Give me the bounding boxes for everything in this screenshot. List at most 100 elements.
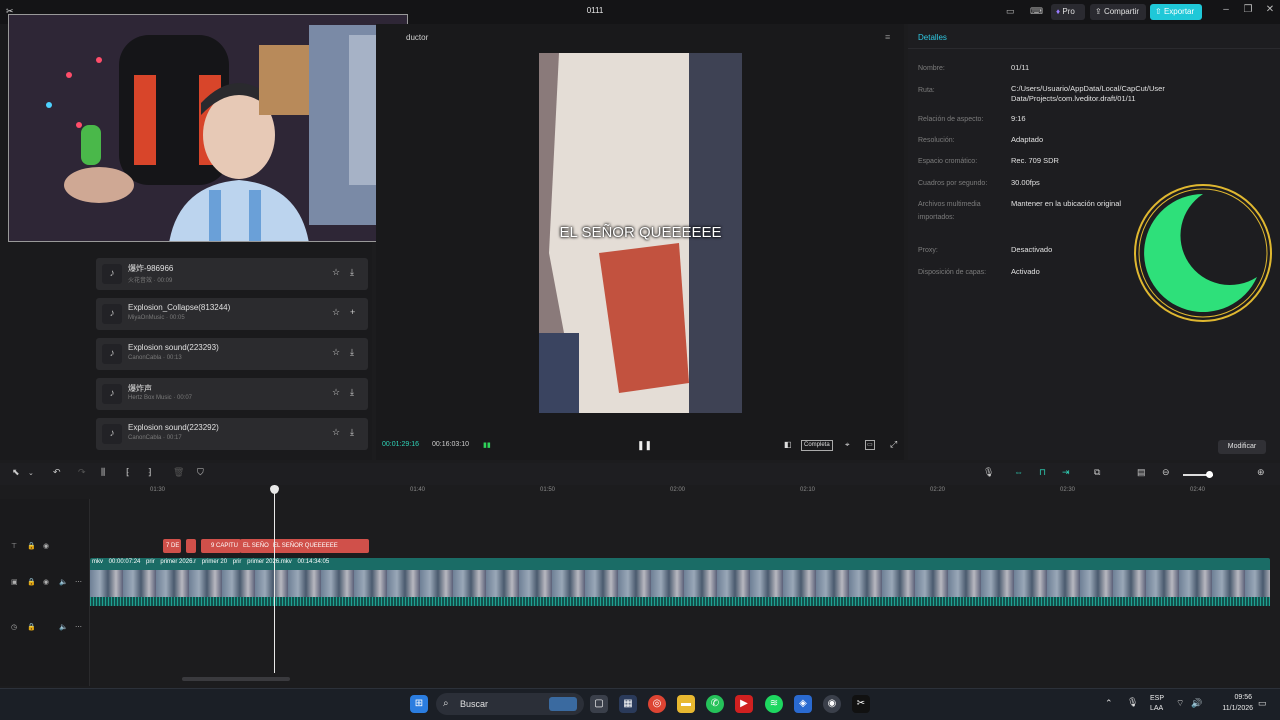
layout-icon[interactable]: ▭ xyxy=(1006,6,1015,17)
label-name: Nombre: xyxy=(918,65,945,72)
start-icon[interactable]: ⊞ xyxy=(410,695,428,713)
clip-label: primer 20 xyxy=(201,559,228,565)
download-icon[interactable]: ⤓ xyxy=(350,427,354,438)
link-icon[interactable]: ⇔ xyxy=(1014,467,1023,477)
timeline-scrollbar[interactable] xyxy=(182,677,290,681)
captions-icon[interactable]: ▤ xyxy=(1137,467,1146,478)
minimize-icon[interactable]: – xyxy=(1218,4,1234,20)
playhead[interactable] xyxy=(274,485,275,673)
export-button[interactable]: ⇧ Exportar xyxy=(1150,4,1202,20)
fullscreen-icon[interactable]: ⤢ xyxy=(890,439,897,450)
keyboard-layout[interactable]: LAA xyxy=(1150,705,1163,712)
lock-icon[interactable]: 🔒 xyxy=(27,578,36,586)
download-icon[interactable]: ⤓ xyxy=(350,387,354,398)
shortcuts-icon[interactable]: ⌨ xyxy=(1030,6,1043,17)
list-item[interactable]: ♪ Explosion_Collapse(813244) MiyaOnMusic… xyxy=(96,298,368,330)
list-item[interactable]: ♪ Explosion sound(223293) CanonCabla · 0… xyxy=(96,338,368,370)
more-icon[interactable]: ⋯ xyxy=(75,623,82,631)
undo-icon[interactable]: ↶ xyxy=(53,467,61,478)
download-icon[interactable]: ⤓ xyxy=(350,267,354,278)
list-item[interactable]: ♪ 爆炸-986966 火花音效 · 00:09 ☆ ⤓ xyxy=(96,258,368,290)
chrome-icon[interactable]: ◎ xyxy=(648,695,666,713)
chevron-up-icon[interactable]: ⌃ xyxy=(1105,698,1113,709)
language-indicator[interactable]: ESP xyxy=(1150,695,1164,702)
pro-button[interactable]: ♦ Pro xyxy=(1051,4,1085,20)
split-icon[interactable]: ⫼ xyxy=(101,467,105,478)
zoom-slider-handle[interactable] xyxy=(1206,471,1213,478)
add-icon[interactable]: + xyxy=(350,307,355,317)
trim-left-icon[interactable]: ⁅ xyxy=(126,467,130,478)
modify-button[interactable]: Modificar xyxy=(1218,440,1266,454)
volume-icon[interactable]: 🔊 xyxy=(1191,698,1202,709)
mirror-icon[interactable]: ◧ xyxy=(784,440,792,449)
clock-time[interactable]: 09:56 xyxy=(1230,694,1252,701)
share-button[interactable]: ⇪ Compartir xyxy=(1090,4,1146,20)
download-icon[interactable]: ⤓ xyxy=(350,347,354,358)
notification-icon[interactable]: ▭ xyxy=(1258,698,1267,709)
obs-icon[interactable]: ◉ xyxy=(823,695,841,713)
clip-label: 00:00:07:24 xyxy=(108,559,141,565)
subtitle-clip[interactable]: 7 DE xyxy=(163,539,181,553)
star-icon[interactable]: ☆ xyxy=(332,387,340,398)
pause-icon[interactable]: ❚❚ xyxy=(637,440,652,451)
lock-icon[interactable]: 🔒 xyxy=(27,623,36,631)
spotify-icon[interactable]: ≋ xyxy=(765,695,783,713)
wifi-icon[interactable]: ⌔ xyxy=(1176,698,1184,709)
microphone-tray-icon[interactable]: 🎙 xyxy=(1127,697,1138,708)
redo-icon[interactable]: ↷ xyxy=(78,467,86,478)
value-colorspace: Rec. 709 SDR xyxy=(1011,156,1059,165)
webcam-overlay xyxy=(8,14,408,242)
ratio-icon[interactable]: ▭ xyxy=(865,440,875,450)
search-placeholder: Buscar xyxy=(460,699,489,709)
store-icon[interactable]: ▦ xyxy=(619,695,637,713)
delete-icon[interactable]: 🗑 xyxy=(173,467,184,478)
speaker-icon[interactable]: 🔈 xyxy=(59,623,68,631)
snap-icon[interactable]: ⇥ xyxy=(1062,467,1070,478)
star-icon[interactable]: ☆ xyxy=(332,267,340,278)
menu-icon[interactable]: ≡ xyxy=(885,32,890,42)
label-aspect: Relación de aspecto: xyxy=(918,116,984,123)
star-icon[interactable]: ☆ xyxy=(332,307,340,318)
list-item[interactable]: ♪ 爆炸声 Hertz Box Music · 00:07 ☆ ⤓ xyxy=(96,378,368,410)
chevron-down-icon[interactable]: ⌄ xyxy=(28,469,34,477)
trim-right-icon[interactable]: ⁆ xyxy=(148,467,152,478)
value-resolution: Adaptado xyxy=(1011,135,1044,144)
clip-label: 00:14:34:05 xyxy=(297,559,330,565)
whatsapp-icon[interactable]: ✆ xyxy=(706,695,724,713)
star-icon[interactable]: ☆ xyxy=(332,347,340,358)
subtitle-clip[interactable]: 9 CAPITU xyxy=(201,539,241,553)
magnet-icon[interactable]: ⊓ xyxy=(1039,467,1046,478)
music-note-icon: ♪ xyxy=(102,424,122,444)
eye-icon[interactable]: ◉ xyxy=(43,578,49,586)
music-note-icon: ♪ xyxy=(102,384,122,404)
lock-icon[interactable]: 🔒 xyxy=(27,542,36,550)
app-icon[interactable]: ◈ xyxy=(794,695,812,713)
label-proxy: Proxy: xyxy=(918,247,938,254)
export-icon: ⇧ xyxy=(1155,7,1162,16)
preview-axis-icon[interactable]: ⧉ xyxy=(1094,467,1100,478)
document-title: 0111 xyxy=(586,6,604,15)
shield-icon[interactable]: ⛉ xyxy=(197,467,204,478)
select-tool-icon[interactable]: ⬉ xyxy=(12,467,20,478)
zoom-out-icon[interactable]: ⊖ xyxy=(1162,467,1170,478)
task-view-icon[interactable]: ▢ xyxy=(590,695,608,713)
microphone-icon[interactable]: 🎙 xyxy=(983,467,994,478)
item-subtitle: Hertz Box Music · 00:07 xyxy=(128,395,193,401)
folder-icon[interactable]: ▬ xyxy=(677,695,695,713)
star-icon[interactable]: ☆ xyxy=(332,427,340,438)
maximize-icon[interactable]: ❐ xyxy=(1240,4,1256,20)
focus-icon[interactable]: ⌖ xyxy=(845,440,850,450)
capcut-icon[interactable]: ✂ xyxy=(852,695,870,713)
list-item[interactable]: ♪ Explosion sound(223292) CanonCabla · 0… xyxy=(96,418,368,450)
view-mode-button[interactable]: Completa xyxy=(801,440,833,451)
clock-date[interactable]: 11/1/2026 xyxy=(1213,705,1253,712)
eye-icon[interactable]: ◉ xyxy=(43,542,49,550)
media-player-icon[interactable]: ▶ xyxy=(735,695,753,713)
subtitle-clip[interactable] xyxy=(186,539,196,553)
close-icon[interactable]: ✕ xyxy=(1262,4,1278,20)
subtitle-clip[interactable]: EL SEÑOR QUEEEEEE xyxy=(270,539,369,553)
clip-label: primer 2026.mkv xyxy=(247,559,292,565)
speaker-icon[interactable]: 🔈 xyxy=(59,578,68,586)
zoom-in-icon[interactable]: ⊕ xyxy=(1257,467,1265,478)
more-icon[interactable]: ⋯ xyxy=(75,578,82,586)
